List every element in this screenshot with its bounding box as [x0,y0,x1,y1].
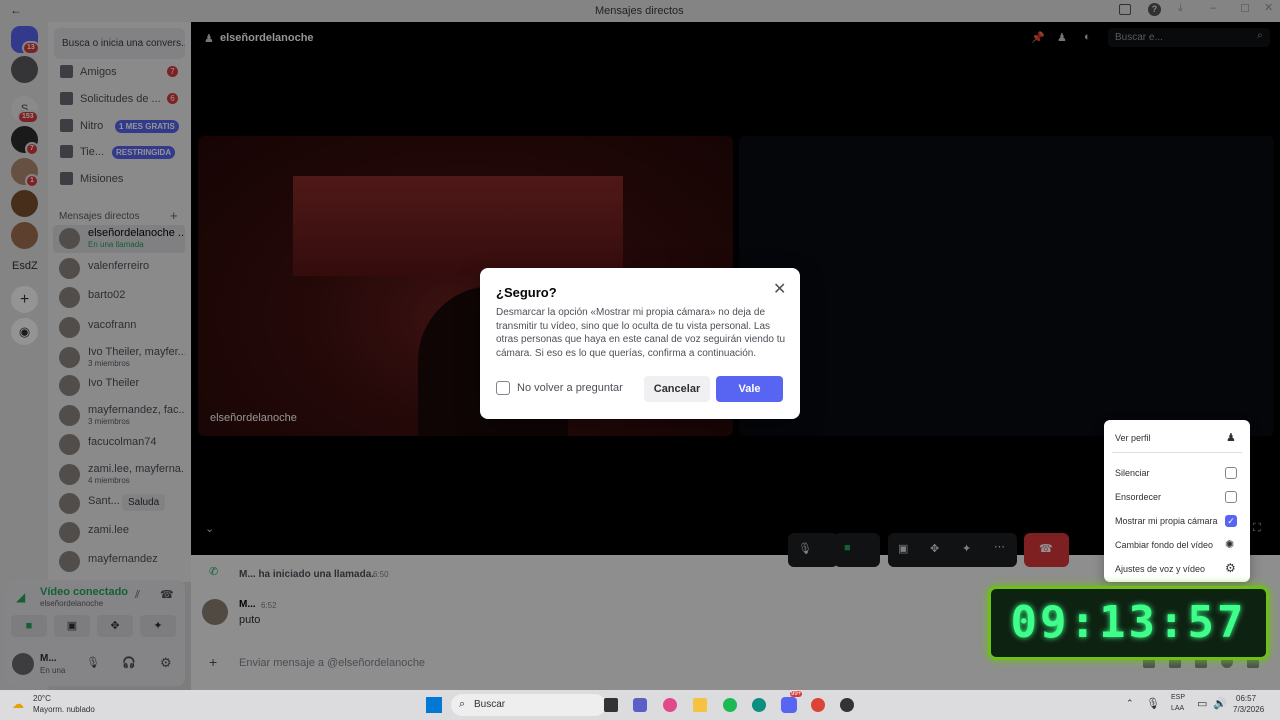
user-icon: ♟ [1226,432,1236,444]
menu-item-view-profile[interactable]: Ver perfil [1115,433,1151,443]
menu-item-show-camera[interactable]: Mostrar mi propia cámara [1115,516,1218,526]
lang-code[interactable]: ESP [1171,694,1185,701]
gear-icon: ⚙ [1225,561,1236,575]
weather-desc[interactable]: Mayorm. nublado [33,705,95,714]
dialog-title: ¿Seguro? [496,285,557,300]
clock-time: 09:13:57 [1010,597,1247,648]
taskbar-search-label: Buscar [474,699,506,710]
network-icon[interactable]: ▭ [1197,697,1207,710]
microphone-icon[interactable]: 🎙 [1146,697,1160,710]
background-icon: ✺ [1225,539,1235,551]
menu-item-av-settings[interactable]: Ajustes de voz y vídeo [1115,564,1205,574]
show-camera-checkbox[interactable]: ✓ [1225,515,1237,527]
search-icon: ⌕ [459,698,466,710]
windows-taskbar: ☁ 20°C Mayorm. nublado ⌕ Buscar 99+ ⌃ 🎙 … [0,690,1280,720]
dont-ask-checkbox[interactable] [496,381,510,395]
windows-start-icon[interactable] [426,697,442,713]
spotify-icon[interactable] [723,698,737,712]
confirm-button[interactable]: Vale [716,376,783,402]
clock-date[interactable]: 7/3/2026 [1233,705,1264,714]
dialog-body: Desmarcar la opción «Mostrar mi propia c… [496,307,786,359]
chrome-icon[interactable] [811,698,825,712]
lang-layout[interactable]: LAA [1171,705,1184,712]
copilot-icon[interactable] [663,698,677,712]
mute-checkbox[interactable] [1225,467,1237,479]
weather-temp[interactable]: 20°C [33,694,51,703]
dont-ask-label[interactable]: No volver a preguntar [517,382,623,394]
volume-icon[interactable]: 🔊 [1213,697,1227,710]
app-icon[interactable] [840,698,854,712]
teams-icon[interactable] [633,698,647,712]
digital-clock-overlay: 09:13:57 [988,586,1269,660]
video-context-menu: Ver perfil ♟ Silenciar Ensordecer Mostra… [1104,420,1250,582]
weather-icon: ☁ [12,697,24,711]
chevron-up-icon[interactable]: ⌃ [1126,698,1134,709]
clock-time[interactable]: 06:57 [1236,694,1256,703]
discord-notif-badge: 99+ [790,691,803,697]
edge-icon[interactable] [752,698,766,712]
menu-item-deafen[interactable]: Ensordecer [1115,492,1161,502]
menu-item-mute[interactable]: Silenciar [1115,468,1150,478]
confirm-dialog: ¿Seguro? ✕ Desmarcar la opción «Mostrar … [480,268,800,419]
close-icon[interactable]: ✕ [773,279,786,299]
discord-taskbar-icon[interactable] [781,697,797,713]
cancel-button[interactable]: Cancelar [644,376,710,402]
deafen-checkbox[interactable] [1225,491,1237,503]
task-view-icon[interactable] [604,698,618,712]
menu-divider [1112,452,1242,453]
menu-item-change-background[interactable]: Cambiar fondo del vídeo [1115,540,1213,550]
file-explorer-icon[interactable] [693,698,707,712]
